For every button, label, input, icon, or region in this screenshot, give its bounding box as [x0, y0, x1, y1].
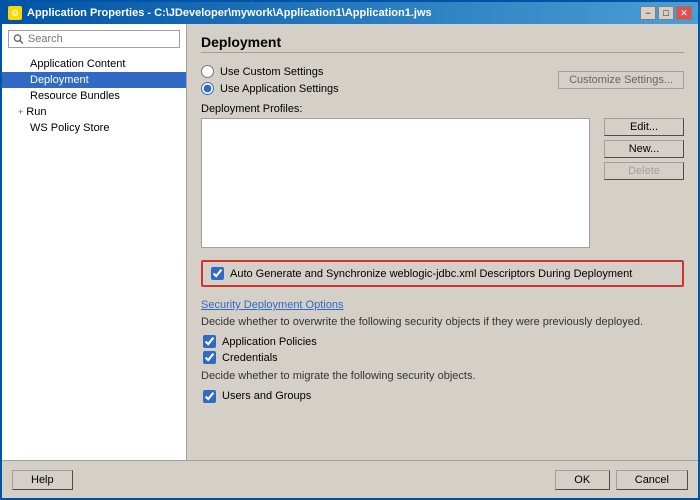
profiles-label: Deployment Profiles: [201, 103, 684, 115]
app-settings-label: Use Application Settings [220, 83, 339, 95]
profiles-row: Edit... New... Delete [201, 118, 684, 252]
window-title: Application Properties - C:\JDeveloper\m… [27, 7, 432, 19]
search-icon [13, 33, 24, 45]
window-controls: − □ ✕ [640, 6, 692, 20]
help-button[interactable]: Help [12, 470, 73, 490]
auto-gen-box: Auto Generate and Synchronize weblogic-j… [201, 260, 684, 287]
security-desc2: Decide whether to migrate the following … [201, 369, 684, 384]
app-settings-row: Use Application Settings [201, 82, 339, 95]
customize-settings-button[interactable]: Customize Settings... [558, 71, 684, 89]
app-settings-radio[interactable] [201, 82, 214, 95]
deployment-profiles-section: Deployment Profiles: Edit... New... Dele… [201, 103, 684, 252]
app-properties-window: ⚙ Application Properties - C:\JDeveloper… [0, 0, 700, 500]
users-groups-checkbox[interactable] [203, 390, 216, 403]
users-groups-label: Users and Groups [222, 390, 311, 402]
ok-button[interactable]: OK [555, 470, 610, 490]
section-title: Deployment [201, 34, 684, 53]
app-policies-label: Application Policies [222, 336, 317, 348]
auto-gen-label: Auto Generate and Synchronize weblogic-j… [230, 268, 632, 280]
app-policies-checkbox[interactable] [203, 335, 216, 348]
minimize-button[interactable]: − [640, 6, 656, 20]
auto-gen-checkbox[interactable] [211, 267, 224, 280]
bottom-bar: Help OK Cancel [2, 460, 698, 498]
sidebar-item-ws-policy[interactable]: WS Policy Store [2, 120, 186, 136]
credentials-label: Credentials [222, 352, 278, 364]
credentials-row: Credentials [201, 351, 684, 364]
custom-settings-label: Use Custom Settings [220, 66, 323, 78]
sidebar-item-app-content[interactable]: Application Content [2, 56, 186, 72]
security-title: Security Deployment Options [201, 299, 684, 311]
edit-button[interactable]: Edit... [604, 118, 684, 136]
app-policies-row: Application Policies [201, 335, 684, 348]
credentials-checkbox[interactable] [203, 351, 216, 364]
custom-settings-row: Use Custom Settings [201, 65, 339, 78]
search-box [8, 30, 180, 48]
settings-row: Use Custom Settings Use Application Sett… [201, 65, 684, 95]
right-panel: Deployment Use Custom Settings Use Appli… [187, 24, 698, 460]
cancel-button[interactable]: Cancel [616, 470, 688, 490]
sidebar-item-run[interactable]: + Run [2, 104, 186, 120]
title-bar-left: ⚙ Application Properties - C:\JDeveloper… [8, 6, 432, 20]
sidebar-item-deployment[interactable]: Deployment [2, 72, 186, 88]
bottom-right: OK Cancel [555, 470, 688, 490]
left-panel: Application Content Deployment Resource … [2, 24, 187, 460]
search-input[interactable] [28, 33, 175, 45]
delete-button[interactable]: Delete [604, 162, 684, 180]
users-groups-row: Users and Groups [201, 390, 684, 403]
security-section: Security Deployment Options Decide wheth… [201, 299, 684, 406]
new-button[interactable]: New... [604, 140, 684, 158]
profiles-list [201, 118, 590, 248]
app-icon: ⚙ [8, 6, 22, 20]
title-bar: ⚙ Application Properties - C:\JDeveloper… [2, 2, 698, 24]
run-toggle-icon: + [18, 107, 23, 117]
bottom-left: Help [12, 470, 73, 490]
custom-settings-radio[interactable] [201, 65, 214, 78]
security-desc1: Decide whether to overwrite the followin… [201, 315, 684, 330]
tree-area: Application Content Deployment Resource … [2, 54, 186, 460]
sidebar-item-resource-bundles[interactable]: Resource Bundles [2, 88, 186, 104]
close-button[interactable]: ✕ [676, 6, 692, 20]
profiles-actions: Edit... New... Delete [604, 118, 684, 252]
content-area: Application Content Deployment Resource … [2, 24, 698, 460]
maximize-button[interactable]: □ [658, 6, 674, 20]
